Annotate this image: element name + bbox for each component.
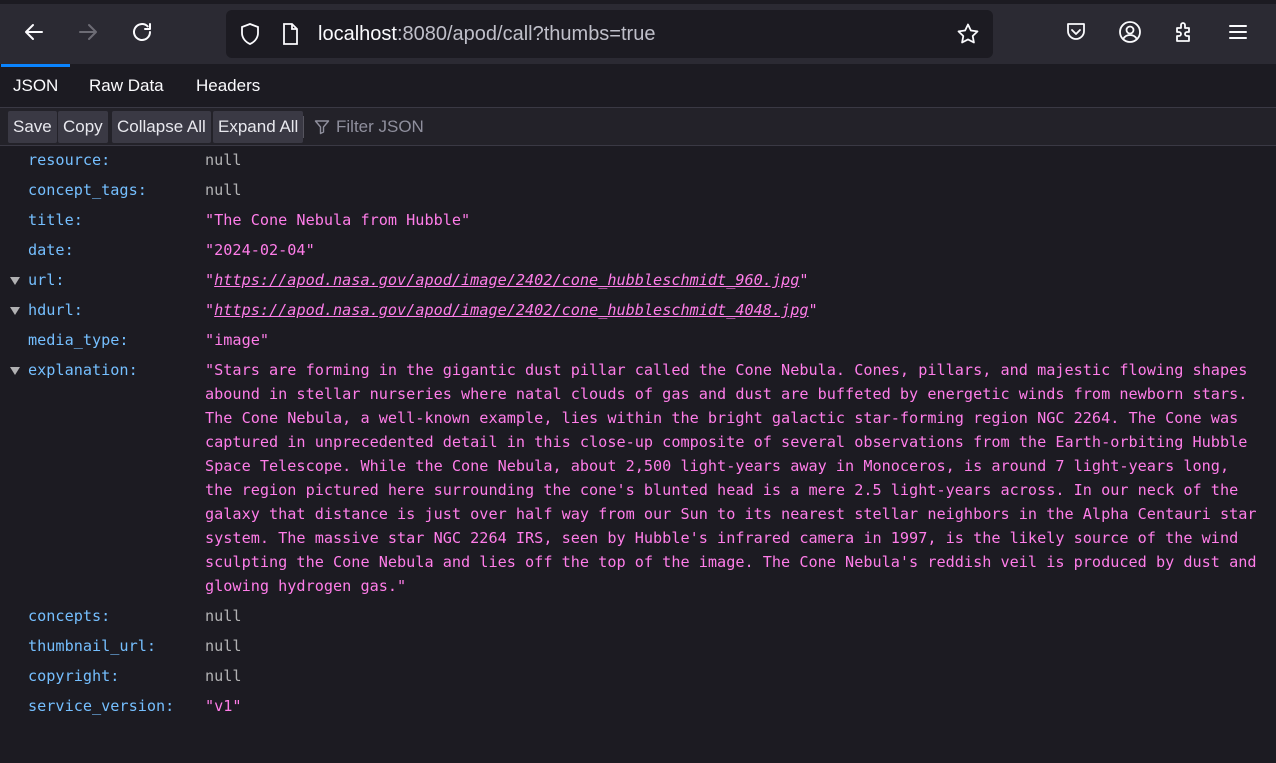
json-key: service_version:	[28, 697, 175, 715]
json-key: thumbnail_url:	[28, 637, 157, 655]
json-key: concepts:	[28, 607, 111, 625]
filter-icon	[314, 120, 330, 135]
save-button[interactable]: Save	[8, 111, 57, 143]
address-bar[interactable]: localhost:8080/apod/call?thumbs=true	[226, 10, 993, 58]
copy-button[interactable]: Copy	[58, 111, 108, 143]
json-value: "v1"	[205, 697, 242, 715]
tab-headers[interactable]: Headers	[184, 64, 272, 108]
filter-placeholder: Filter JSON	[336, 117, 424, 136]
viewer-tabs: JSON Raw Data Headers	[0, 64, 1276, 108]
url-text[interactable]: localhost:8080/apod/call?thumbs=true	[318, 23, 655, 46]
menu-icon[interactable]	[1218, 12, 1258, 52]
hdurl-link[interactable]: https://apod.nasa.gov/apod/image/2402/co…	[214, 301, 808, 319]
expand-triangle-icon[interactable]	[8, 274, 22, 288]
collapse-all-button[interactable]: Collapse All	[112, 111, 211, 143]
json-key: title:	[28, 211, 83, 229]
json-key: url:	[28, 271, 65, 289]
json-key: hdurl:	[28, 301, 83, 319]
json-action-bar: Save Copy Collapse All Expand All Filter…	[0, 108, 1276, 146]
browser-toolbar: localhost:8080/apod/call?thumbs=true	[0, 0, 1276, 64]
json-value: null	[205, 667, 242, 685]
json-key: concept_tags:	[28, 181, 147, 199]
json-tree: resource: null concept_tags: null title:…	[0, 147, 1276, 763]
json-value: "The Cone Nebula from Hubble"	[205, 211, 471, 229]
pocket-icon[interactable]	[1056, 12, 1096, 52]
json-value: "https://apod.nasa.gov/apod/image/2402/c…	[205, 301, 818, 319]
json-value: "image"	[205, 331, 270, 349]
json-key: date:	[28, 241, 74, 259]
reload-icon[interactable]	[122, 12, 162, 52]
expand-triangle-icon[interactable]	[8, 304, 22, 318]
url-link[interactable]: https://apod.nasa.gov/apod/image/2402/co…	[214, 271, 799, 289]
extensions-icon[interactable]	[1164, 12, 1204, 52]
json-key: explanation:	[28, 361, 138, 379]
json-value: "2024-02-04"	[205, 241, 315, 259]
page-icon[interactable]	[278, 22, 302, 46]
shield-icon[interactable]	[238, 22, 262, 46]
json-value: "Stars are forming in the gigantic dust …	[205, 361, 1257, 595]
expand-triangle-icon[interactable]	[8, 364, 22, 378]
json-value: null	[205, 151, 242, 169]
back-arrow-icon[interactable]	[14, 12, 54, 52]
divider	[303, 116, 304, 138]
json-value: "https://apod.nasa.gov/apod/image/2402/c…	[205, 271, 809, 289]
json-key: copyright:	[28, 667, 120, 685]
json-value: null	[205, 607, 242, 625]
json-key: resource:	[28, 151, 111, 169]
filter-json-input[interactable]: Filter JSON	[314, 111, 424, 143]
expand-all-button[interactable]: Expand All	[213, 111, 304, 143]
json-value: null	[205, 637, 242, 655]
json-key: media_type:	[28, 331, 129, 349]
bookmark-star-icon[interactable]	[956, 22, 980, 46]
url-path: :8080/apod/call?thumbs=true	[396, 23, 656, 45]
tab-raw-data[interactable]: Raw Data	[77, 64, 176, 108]
forward-arrow-icon[interactable]	[68, 12, 108, 52]
tab-json[interactable]: JSON	[1, 64, 71, 108]
json-value: null	[205, 181, 242, 199]
account-icon[interactable]	[1110, 12, 1150, 52]
url-host: localhost	[318, 23, 397, 45]
